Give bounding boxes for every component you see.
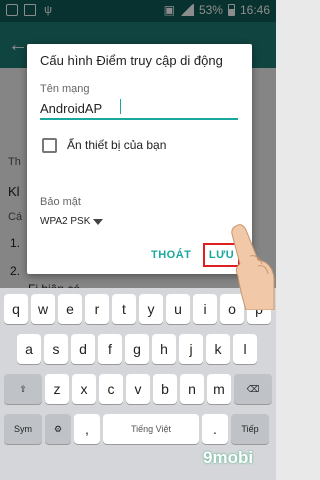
security-label: Bảo mật xyxy=(40,196,81,208)
key-e[interactable]: e xyxy=(58,294,82,324)
pointing-hand-icon xyxy=(231,224,275,310)
space-key[interactable]: Tiếng Việt xyxy=(103,414,199,444)
key-y[interactable]: y xyxy=(139,294,163,324)
key-m[interactable]: m xyxy=(207,374,231,404)
key-n[interactable]: n xyxy=(180,374,204,404)
key-g[interactable]: g xyxy=(125,334,149,364)
backspace-key[interactable]: ⌫ xyxy=(234,374,272,404)
key-f[interactable]: f xyxy=(98,334,122,364)
keyboard-row-4: Sym ⚙ , Tiếng Việt . Tiếp xyxy=(4,414,269,444)
dialog-title: Cấu hình Điểm truy cập di động xyxy=(40,53,223,68)
hotspot-config-dialog: Cấu hình Điểm truy cập di động Tên mạng … xyxy=(27,44,252,274)
keyboard-row-2: asdfghjkl xyxy=(17,334,257,364)
settings-key[interactable]: ⚙ xyxy=(45,414,71,444)
key-z[interactable]: z xyxy=(45,374,69,404)
key-k[interactable]: k xyxy=(206,334,230,364)
key-d[interactable]: d xyxy=(71,334,95,364)
shift-key[interactable]: ⇧ xyxy=(4,374,42,404)
text-cursor xyxy=(120,99,121,114)
watermark: 9mobi xyxy=(203,448,254,467)
key-i[interactable]: i xyxy=(193,294,217,324)
key-u[interactable]: u xyxy=(166,294,190,324)
sym-key[interactable]: Sym xyxy=(4,414,42,444)
letter-keys: zxcvbnm xyxy=(45,374,231,404)
keyboard-row-3: ⇧ zxcvbnm ⌫ xyxy=(4,374,272,404)
exit-button[interactable]: THOÁT xyxy=(151,249,191,261)
hide-device-checkbox[interactable] xyxy=(42,138,57,153)
key-t[interactable]: t xyxy=(112,294,136,324)
dropdown-arrow-icon xyxy=(93,218,104,225)
key-h[interactable]: h xyxy=(152,334,176,364)
network-name-input[interactable] xyxy=(40,98,238,120)
key-j[interactable]: j xyxy=(179,334,203,364)
key-q[interactable]: q xyxy=(4,294,28,324)
key-w[interactable]: w xyxy=(31,294,55,324)
key-s[interactable]: s xyxy=(44,334,68,364)
key-r[interactable]: r xyxy=(85,294,109,324)
security-dropdown[interactable]: WPA2 PSK xyxy=(40,216,104,227)
key-b[interactable]: b xyxy=(153,374,177,404)
network-name-label: Tên mạng xyxy=(40,83,90,95)
next-key[interactable]: Tiếp xyxy=(231,414,269,444)
comma-key[interactable]: , xyxy=(74,414,100,444)
key-x[interactable]: x xyxy=(72,374,96,404)
key-l[interactable]: l xyxy=(233,334,257,364)
security-value: WPA2 PSK xyxy=(40,216,91,227)
period-key[interactable]: . xyxy=(202,414,228,444)
key-c[interactable]: c xyxy=(99,374,123,404)
hide-device-label: Ẩn thiết bị của bạn xyxy=(67,138,167,152)
key-v[interactable]: v xyxy=(126,374,150,404)
key-a[interactable]: a xyxy=(17,334,41,364)
